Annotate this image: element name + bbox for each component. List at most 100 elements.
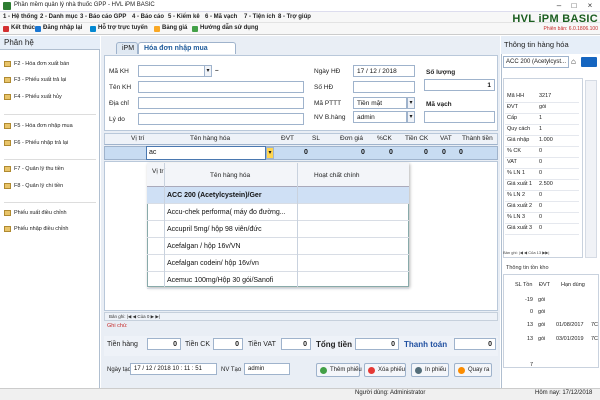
- tab-ipm[interactable]: iPM: [116, 42, 138, 54]
- nav-item-f4[interactable]: F4 - Phiếu xuất hủy: [4, 94, 62, 100]
- maximize-icon[interactable]: □: [567, 1, 581, 11]
- current-user: Người dùng: Administrator: [355, 390, 426, 396]
- doc-icon: [4, 123, 11, 129]
- stock-table: [503, 274, 599, 368]
- stock-cell: 13: [527, 322, 534, 328]
- save-icon[interactable]: [581, 57, 597, 67]
- dia-chi-input[interactable]: [138, 97, 304, 109]
- info-row: % CK 0: [505, 147, 579, 158]
- ten-kh-label: Tên KH: [109, 84, 132, 91]
- dd-col-hoat-chat: Hoạt chất chính: [314, 172, 360, 179]
- xoa-phieu-button[interactable]: Xóa phiếu: [364, 363, 406, 377]
- ly-do-input[interactable]: [138, 113, 304, 125]
- minimize-icon[interactable]: –: [552, 1, 566, 11]
- nav-item-f2[interactable]: F2 - Hóa đơn xuất bán: [4, 61, 69, 67]
- doc-icon: [4, 77, 11, 83]
- stock-col-dvt: ĐVT: [539, 282, 550, 288]
- col-vat: VAT: [440, 135, 452, 142]
- home-icon[interactable]: ⌂: [571, 57, 576, 66]
- vat-value: 0: [442, 149, 446, 156]
- info-scrollbar[interactable]: [585, 80, 597, 258]
- menu-tro-giup[interactable]: 8 - Trợ giúp: [278, 14, 311, 20]
- ten-hang-hoa-input[interactable]: [146, 146, 266, 160]
- today-date: Hôm nay: 17/12/2018: [535, 390, 593, 396]
- ma-pttt-select[interactable]: Tiền mặt: [353, 97, 407, 109]
- nav-item-f7[interactable]: F7 - Quản lý thu tiền: [4, 166, 64, 172]
- menu-danh-muc[interactable]: 2 - Danh mục: [40, 14, 78, 20]
- dropdown-option[interactable]: Acefalgan codein/ hộp 16v/vn: [147, 255, 409, 272]
- chevron-down-icon[interactable]: ▾: [204, 65, 212, 77]
- doc-icon: [4, 183, 11, 189]
- menu-ma-vach[interactable]: 6 - Mã vạch: [205, 14, 237, 20]
- thanh-toan-label: Thanh toán: [404, 340, 448, 349]
- nv-tao-label: NV Tạo: [221, 367, 242, 373]
- info-row: % LN 10: [505, 169, 579, 180]
- nav-item-xuat-dieu-chinh[interactable]: Phiếu xuất điều chỉnh: [4, 210, 67, 216]
- grid-header: [104, 133, 498, 145]
- nv-bh-select[interactable]: admin: [353, 111, 407, 123]
- dropdown-option[interactable]: Acefalgan / hộp 16v/VN: [147, 238, 409, 255]
- dropdown-option[interactable]: Acemuc 100mg/Hộp 30 gói/Sanofi: [147, 272, 409, 289]
- nv-bh-label: NV B.hàng: [314, 114, 346, 121]
- delete-icon: [368, 367, 375, 374]
- relogin-button[interactable]: Đăng nhập lại: [35, 25, 82, 34]
- chevron-down-icon[interactable]: ▾: [266, 147, 274, 159]
- stock-total: 7: [530, 362, 534, 368]
- so-luong-input[interactable]: 1: [424, 79, 495, 91]
- info-row: Giá nhập 1.000: [505, 136, 579, 147]
- ngay-hd-input[interactable]: 17 / 12 / 2018: [353, 65, 415, 77]
- online-support-button[interactable]: Hỗ trợ trực tuyến: [90, 25, 148, 34]
- nav-item-nhap-dieu-chinh[interactable]: Phiếu nhập điều chỉnh: [4, 226, 68, 232]
- clear-kh-button[interactable]: –: [215, 67, 219, 74]
- user-guide-button[interactable]: Hướng dẫn sử dụng: [192, 25, 258, 34]
- them-phieu-button[interactable]: Thêm phiếu: [316, 363, 362, 377]
- nav-item-f3[interactable]: F3 - Phiếu xuất trả lại: [4, 77, 66, 83]
- col-vi-tri: Vị trí: [131, 135, 145, 142]
- in-phieu-button[interactable]: In phiếu: [411, 363, 449, 377]
- ma-vach-input[interactable]: [424, 111, 495, 123]
- dropdown-option[interactable]: ACC 200 (Acetylcystein)/Ger: [147, 187, 409, 204]
- divider: [4, 159, 96, 160]
- menu-he-thong[interactable]: 1 - Hệ thống: [3, 14, 38, 20]
- ngay-tao-label: Ngày tạo: [107, 367, 132, 373]
- chevron-down-icon[interactable]: ▾: [407, 97, 415, 109]
- price-list-button[interactable]: Bảng giá: [154, 25, 187, 34]
- ma-kh-input[interactable]: [138, 65, 208, 77]
- tab-hoa-don-nhap-mua[interactable]: Hóa đơn nhập mua: [138, 42, 236, 54]
- stock-cell: gói: [538, 309, 546, 315]
- grid-pager[interactable]: Bản ghi: |◀ ◀ Của 0 ▶ ▶|: [104, 312, 498, 321]
- quay-ra-button[interactable]: Quay ra: [454, 363, 492, 377]
- title-bar: Phần mềm quản lý nhà thuốc GPP - HVL iPM…: [0, 0, 600, 12]
- price-icon: [154, 26, 160, 32]
- menu-bao-cao-gpp[interactable]: 3 - Báo cáo GPP: [80, 14, 126, 20]
- nav-item-f5[interactable]: F5 - Hóa đơn nhập mua: [4, 123, 73, 129]
- dropdown-option[interactable]: Accupril 5mg/ hộp 98 viên/đức: [147, 221, 409, 238]
- ten-kh-input[interactable]: [138, 81, 304, 93]
- close-icon[interactable]: ×: [583, 1, 597, 11]
- ma-pttt-label: Mã PTTT: [314, 100, 342, 107]
- menu-tien-ich[interactable]: 7 - Tiện ích: [244, 14, 275, 20]
- info-row: VAT 0: [505, 158, 579, 169]
- logo-brand: HVL: [512, 13, 536, 25]
- stock-col-sl-ton: SL Tồn: [515, 282, 533, 288]
- col-tien-ck: Tiền CK: [405, 135, 429, 142]
- chevron-down-icon[interactable]: ▾: [407, 111, 415, 123]
- info-row: Cấp 1: [505, 114, 579, 125]
- exit-icon: [3, 26, 9, 32]
- exit-button[interactable]: Kết thúc: [3, 25, 35, 34]
- support-icon: [90, 26, 96, 32]
- info-pager[interactable]: Bản ghi: |◀ ◀ Của 13 ▶▶|: [503, 250, 549, 255]
- left-panel-title: Phân hệ: [0, 36, 100, 50]
- so-hd-input[interactable]: [353, 81, 415, 93]
- info-row: Quy cách 1: [505, 125, 579, 136]
- nav-item-f6[interactable]: F6 - Phiếu nhập trả lại: [4, 140, 68, 146]
- tien-hang-value: 0: [147, 338, 181, 350]
- thanh-toan-input[interactable]: 0: [454, 338, 496, 350]
- menu-bao-cao[interactable]: 4 - Báo cáo: [132, 14, 164, 20]
- menu-kiem-ke[interactable]: 5 - Kiểm kê: [168, 14, 200, 20]
- nav-item-f8[interactable]: F8 - Quản lý chi tiền: [4, 183, 63, 189]
- product-search-input[interactable]: ACC 200 (Acetylcyst...: [503, 56, 569, 68]
- stock-cell: gói: [538, 297, 546, 303]
- dropdown-option[interactable]: Accu-chek performa( máy đo đường...: [147, 204, 409, 221]
- doc-icon: [4, 226, 11, 232]
